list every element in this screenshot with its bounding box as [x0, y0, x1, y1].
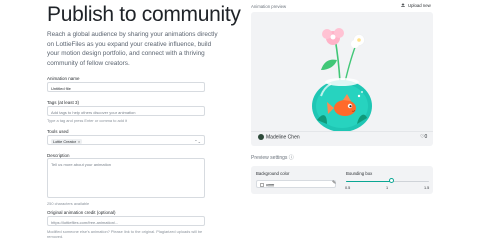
upload-icon [401, 3, 405, 7]
tick-mid: 1 [386, 186, 389, 190]
eyedropper-icon[interactable]: ✎ [332, 180, 336, 186]
bounding-box-label: Bounding box [346, 171, 373, 176]
chip-remove-icon[interactable]: × [78, 140, 80, 144]
animation-name-input[interactable]: Untitled file [47, 82, 205, 92]
preview-settings-label: Preview settings [251, 155, 288, 161]
bg-color-value: #ffffff [266, 183, 275, 188]
author[interactable]: Madeline Chen [258, 134, 300, 141]
info-icon[interactable]: ⓘ [289, 155, 294, 161]
tick-min: 0.5 [345, 186, 351, 190]
avatar [258, 134, 264, 140]
credit-input[interactable]: https://lottiefiles.com/free-animation/.… [47, 216, 205, 226]
bg-color-label: Background color [256, 171, 290, 176]
page-title: Publish to community [47, 3, 241, 26]
slider-fill [346, 180, 392, 182]
preview-settings-heading: Preview settings ⓘ [251, 154, 294, 161]
likes-count: 0 [424, 134, 428, 140]
tool-chip: Lottie Creator × [51, 139, 83, 144]
color-swatch[interactable] [260, 182, 264, 187]
tools-select[interactable]: Lottie Creator × ⌃⌄ [47, 135, 205, 145]
tags-label: Tags (at least 3) [47, 100, 80, 105]
animation-preview-image [312, 28, 372, 132]
likes[interactable]: ♡0 [420, 134, 427, 140]
animation-name-label: Animation name [47, 76, 80, 81]
credit-label: Original animation credit (optional) [47, 210, 116, 215]
preview-heading: Animation preview [251, 4, 287, 9]
bg-color-input[interactable]: #ffffff [256, 180, 336, 188]
author-name: Madeline Chen [266, 134, 300, 141]
description-help: 250 characters available [47, 201, 90, 206]
credit-help: Modified someone else's animation? Pleas… [47, 229, 203, 239]
chevron-updown-icon: ⌃⌄ [194, 138, 201, 144]
upload-new-button[interactable]: Upload new [400, 3, 431, 8]
intro-text: Reach a global audience by sharing your … [47, 31, 218, 67]
tools-label: Tools used [47, 129, 69, 134]
tags-input[interactable]: Add tags to help others discover your an… [47, 106, 205, 116]
tags-help: Type a tag and press Enter or comma to a… [47, 118, 128, 123]
description-textarea[interactable]: Tell us more about your animation [47, 158, 205, 198]
upload-label: Upload new [408, 3, 431, 8]
tool-chip-label: Lottie Creator [53, 139, 77, 144]
tick-max: 1.5 [424, 186, 430, 190]
